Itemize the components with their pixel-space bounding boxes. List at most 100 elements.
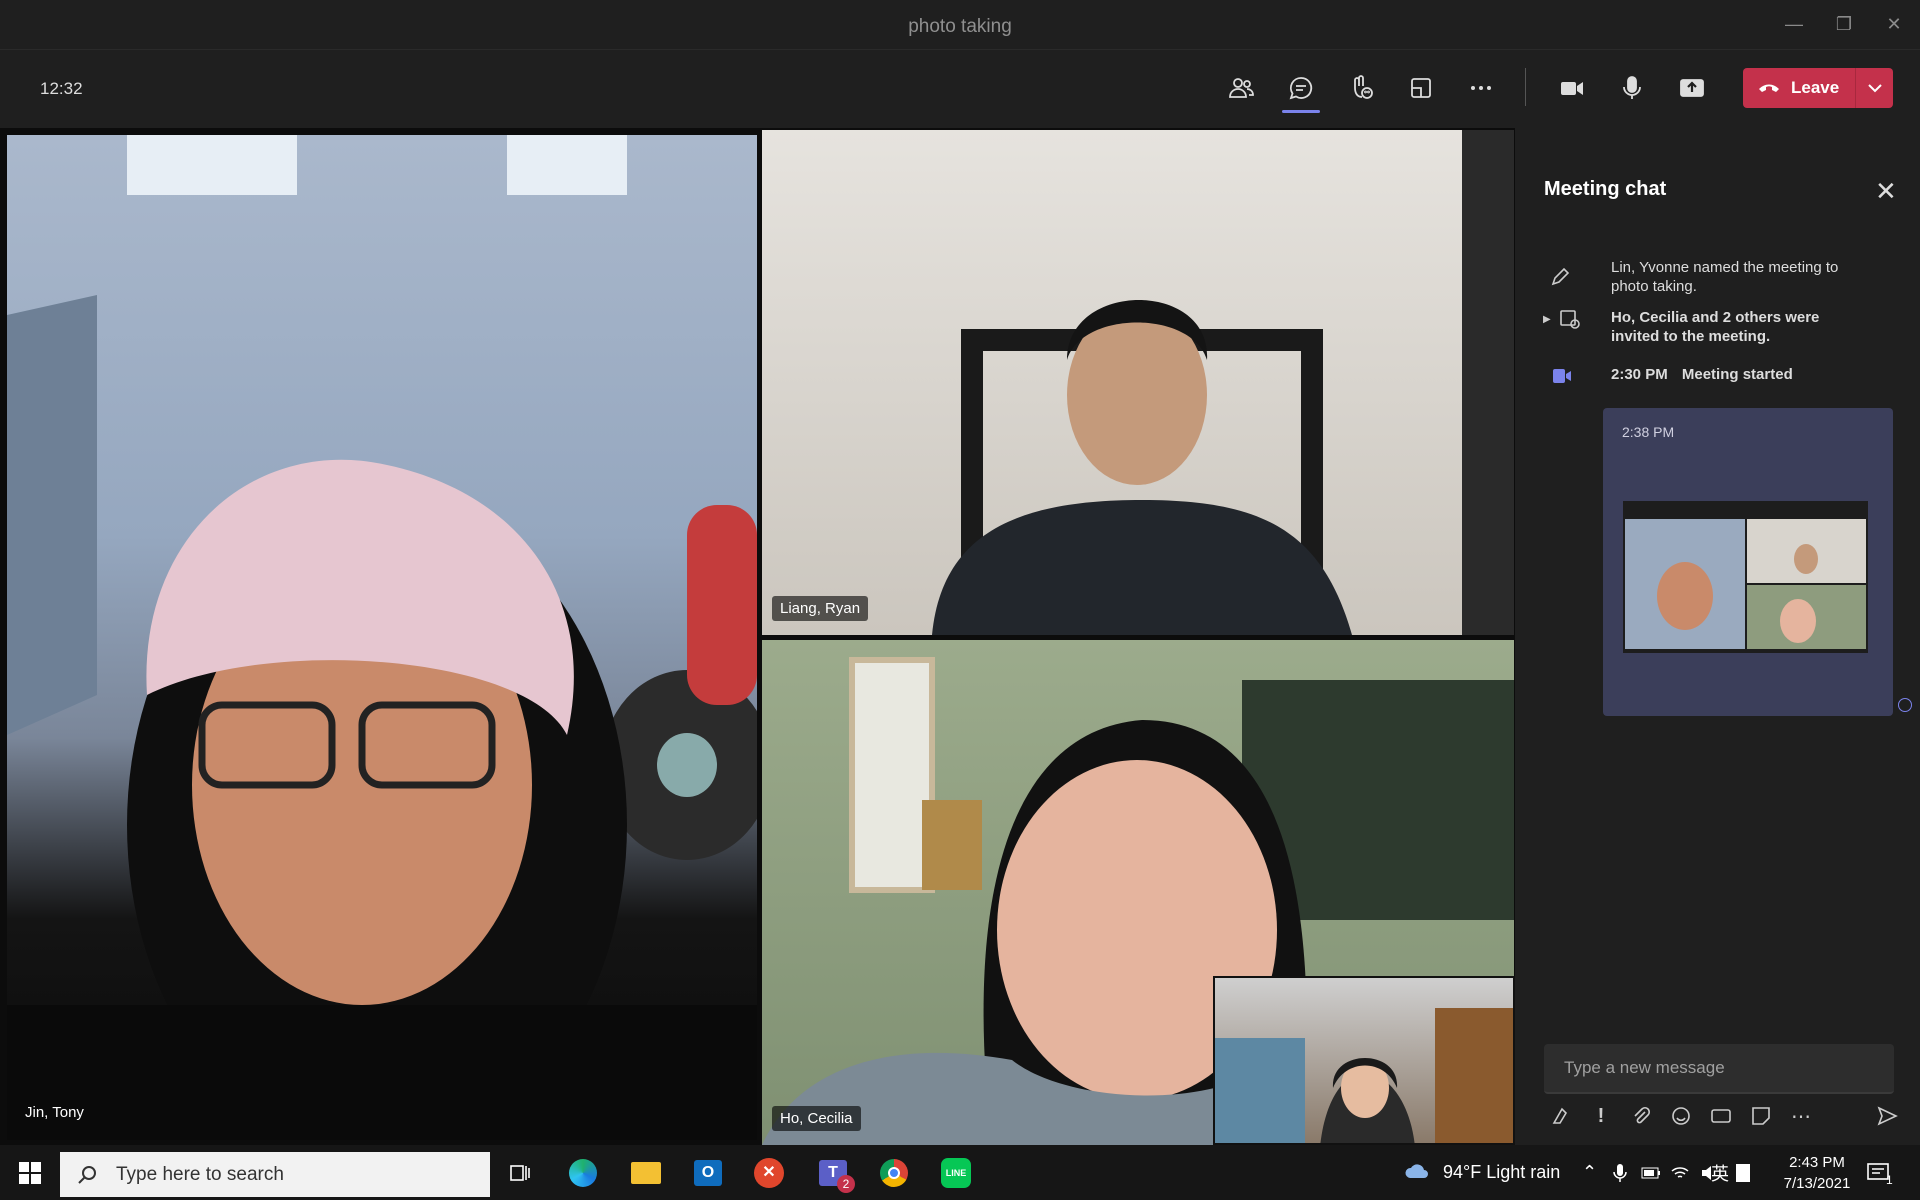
taskbar-search[interactable]: Type here to search: [60, 1152, 490, 1197]
compose-box[interactable]: [1544, 1044, 1894, 1094]
line-icon: LINE: [941, 1158, 971, 1188]
close-window-button[interactable]: ✕: [1876, 10, 1912, 38]
format-icon: [1552, 1107, 1568, 1124]
calendar-add-icon: [1560, 310, 1580, 329]
clock-time: 2:43 PM: [1789, 1153, 1845, 1171]
task-view-icon: [510, 1165, 530, 1181]
leave-options-button[interactable]: [1855, 68, 1893, 108]
taskbar-clock[interactable]: 2:43 PM 7/13/2021: [1772, 1145, 1862, 1200]
wifi-tray-icon[interactable]: [1670, 1145, 1690, 1200]
start-button[interactable]: [12, 1155, 48, 1191]
task-view-button[interactable]: [502, 1155, 538, 1191]
screenshot-thumbnail: [1623, 501, 1868, 653]
search-icon: [78, 1165, 96, 1184]
chat-icon: [1289, 77, 1313, 100]
more-actions-button[interactable]: [1458, 65, 1504, 111]
video-tile-liang-ryan[interactable]: Liang, Ryan: [762, 130, 1514, 635]
video-stage: Jin, Tony Liang, Ryan Ho, Cecilia: [0, 128, 1515, 1145]
chevron-down-icon: [1867, 84, 1882, 93]
clock-date: 7/13/2021: [1783, 1174, 1851, 1192]
outlook-icon: O: [694, 1160, 722, 1186]
event-text: Meeting started: [1681, 366, 1793, 383]
restore-button[interactable]: ❐: [1826, 10, 1862, 38]
leave-control: Leave: [1743, 68, 1893, 108]
rooms-icon: [1411, 78, 1431, 98]
teams-badge: 2: [837, 1175, 855, 1193]
app-x[interactable]: ✕: [751, 1155, 787, 1191]
participant-name: Liang, Ryan: [772, 596, 869, 621]
microphone-icon: [1613, 1163, 1627, 1182]
edge-app[interactable]: [565, 1155, 601, 1191]
exclamation-icon: !: [1597, 1104, 1605, 1127]
people-button[interactable]: [1218, 65, 1264, 111]
notifications-button[interactable]: 1: [1866, 1145, 1893, 1200]
battery-tray-icon[interactable]: [1641, 1145, 1661, 1200]
wifi-icon: [1671, 1166, 1689, 1178]
more-icon: [1471, 86, 1491, 90]
event-text: Ho, Cecilia and 2 others were invited to…: [1611, 309, 1820, 345]
image-attachment[interactable]: [1623, 501, 1868, 653]
title-bar: photo taking — ❐ ✕: [0, 0, 1920, 50]
note-tray-icon[interactable]: [1736, 1145, 1750, 1200]
line-app[interactable]: LINE: [938, 1155, 974, 1191]
minimize-button[interactable]: —: [1776, 10, 1812, 38]
participant-video-jin-tony: [7, 135, 757, 1140]
ime-indicator[interactable]: 英: [1711, 1145, 1729, 1200]
mic-tray-icon[interactable]: [1612, 1145, 1628, 1200]
camera-button[interactable]: [1549, 65, 1595, 111]
attach-button[interactable]: [1625, 1100, 1657, 1132]
tray-overflow-button[interactable]: ⌃: [1582, 1145, 1597, 1200]
leave-button[interactable]: Leave: [1743, 68, 1855, 108]
format-button[interactable]: [1545, 1100, 1577, 1132]
event-time: 2:30 PM: [1611, 366, 1668, 383]
reactions-button[interactable]: [1338, 65, 1384, 111]
file-explorer-app[interactable]: [628, 1155, 664, 1191]
teams-app[interactable]: T 2: [815, 1155, 855, 1193]
expand-caret-icon[interactable]: ▶: [1543, 310, 1551, 329]
meeting-duration: 12:32: [40, 79, 83, 98]
participant-video-liang-ryan: [932, 130, 1514, 635]
rooms-button[interactable]: [1398, 65, 1444, 111]
chat-message[interactable]: 2:38 PM: [1603, 408, 1893, 716]
self-view-video: [1215, 1008, 1513, 1143]
chrome-icon: [880, 1159, 908, 1187]
more-icon: ⋯: [1791, 1105, 1811, 1128]
gif-button[interactable]: [1705, 1100, 1737, 1132]
chat-title: Meeting chat: [1544, 178, 1667, 200]
sticker-button[interactable]: [1745, 1100, 1777, 1132]
chrome-app[interactable]: [876, 1155, 912, 1191]
gif-icon: [1711, 1109, 1731, 1123]
self-view-tile[interactable]: [1213, 976, 1515, 1145]
send-icon: [1877, 1106, 1898, 1126]
reactions-icon: [1354, 75, 1373, 99]
pencil-icon: [1551, 267, 1570, 286]
send-button[interactable]: [1871, 1100, 1903, 1132]
chevron-up-icon: ⌃: [1582, 1162, 1598, 1182]
folder-icon: [631, 1162, 661, 1184]
outlook-app[interactable]: O: [690, 1155, 726, 1191]
video-camera-icon: [1553, 369, 1571, 383]
close-chat-button[interactable]: ✕: [1875, 176, 1897, 207]
message-input[interactable]: [1564, 1058, 1864, 1078]
priority-button[interactable]: !: [1585, 1100, 1617, 1132]
share-button[interactable]: [1669, 65, 1715, 111]
phone-hangup-icon: [1759, 84, 1779, 92]
emoji-button[interactable]: [1665, 1100, 1697, 1132]
camera-icon: [1561, 82, 1583, 95]
mic-button[interactable]: [1609, 65, 1655, 111]
video-tile-jin-tony[interactable]: Jin, Tony: [7, 135, 757, 1140]
event-text: Lin, Yvonne named the meeting to photo t…: [1611, 259, 1839, 295]
windows-taskbar: Type here to search O ✕ T 2 LINE 94°F Li…: [0, 1145, 1920, 1200]
message-time: 2:38 PM: [1622, 424, 1675, 440]
share-icon: [1680, 79, 1704, 97]
windows-logo-icon: [19, 1162, 41, 1184]
toolbar-divider: [1525, 68, 1526, 106]
ime-text: 英: [1711, 1163, 1729, 1184]
note-icon: [1736, 1163, 1750, 1182]
more-options-button[interactable]: ⋯: [1785, 1100, 1817, 1132]
weather-widget[interactable]: 94°F Light rain: [1403, 1145, 1560, 1200]
weather-text: 94°F Light rain: [1443, 1162, 1561, 1182]
close-icon: ✕: [1875, 176, 1897, 206]
mic-icon: [1623, 76, 1641, 99]
chat-button[interactable]: [1278, 65, 1324, 113]
